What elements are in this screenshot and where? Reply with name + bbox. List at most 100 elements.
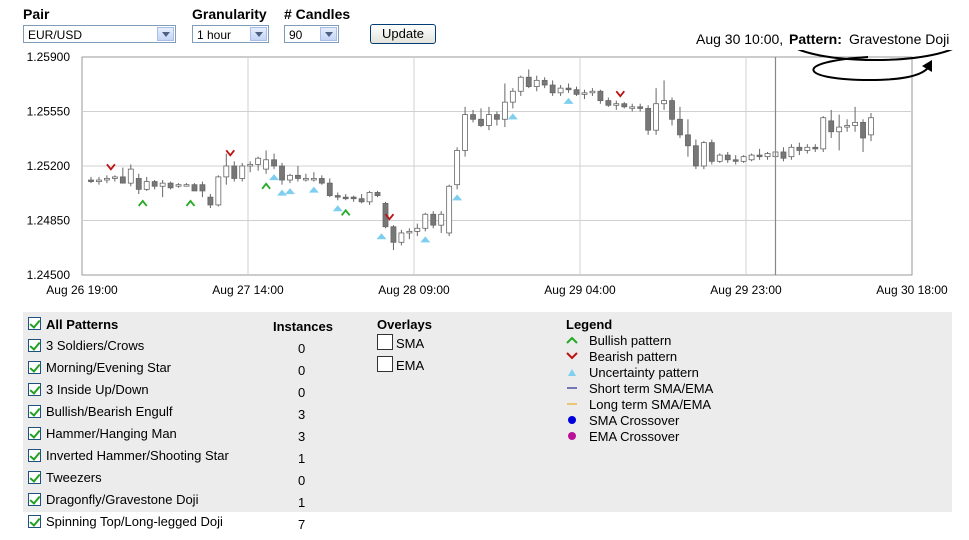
candle-body — [127, 168, 134, 184]
pattern-checkbox[interactable] — [28, 471, 41, 484]
legend-label: Long term SMA/EMA — [589, 397, 712, 412]
candle-body — [812, 146, 819, 150]
candle-body — [748, 154, 755, 161]
x-tick-label: Aug 27 14:00 — [212, 283, 284, 297]
x-tick-label: Aug 26 19:00 — [46, 283, 118, 297]
status-pattern-value: Gravestone Doji — [849, 31, 950, 47]
legend-label: SMA Crossover — [589, 413, 680, 428]
candle-body — [685, 134, 691, 147]
candle-body — [724, 154, 731, 161]
candle-body — [231, 165, 238, 179]
y-tick-label: 1.25200 — [27, 159, 71, 173]
pattern-checkbox[interactable] — [28, 405, 41, 418]
candle-body — [159, 182, 166, 187]
granularity-select[interactable]: 1 hour — [192, 25, 269, 43]
candle-body — [143, 181, 150, 190]
chevron-down-icon[interactable] — [250, 27, 267, 41]
candle-body — [247, 164, 254, 167]
candle-body — [374, 192, 381, 196]
legend-label: Bearish pattern — [589, 349, 678, 364]
candle-body — [796, 146, 803, 151]
candle-body — [501, 101, 508, 120]
candle-body — [88, 179, 94, 182]
candle-body — [318, 178, 325, 184]
legend-label: Bullish pattern — [589, 333, 672, 348]
candle-body — [255, 157, 262, 165]
candlestick-chart[interactable]: 1.25900 1.25550 1.25200 1.24850 1.24500 Aug … — [0, 50, 969, 310]
y-tick-label: 1.24500 — [27, 268, 71, 282]
ema-crossover-dot-icon — [568, 432, 576, 440]
candle-body — [804, 146, 811, 151]
candle-body — [764, 153, 771, 158]
x-tick-label: Aug 28 09:00 — [378, 283, 450, 297]
pair-select-value: EUR/USD — [28, 28, 83, 42]
ema-checkbox[interactable] — [377, 356, 393, 372]
candle-body — [589, 90, 596, 94]
candle-body — [279, 165, 285, 181]
candle-body — [390, 226, 397, 243]
granularity-label: Granularity — [192, 6, 267, 22]
pattern-checkbox[interactable] — [28, 383, 41, 396]
x-tick-label: Aug 30 18:00 — [876, 283, 948, 297]
candle-body — [629, 106, 636, 109]
uncertainty-marker-icon — [568, 369, 576, 376]
pattern-checkbox[interactable] — [28, 427, 41, 440]
candle-body — [637, 106, 644, 109]
candle-body — [191, 184, 198, 192]
candle-body — [597, 90, 604, 101]
candle-body — [517, 76, 524, 92]
candle-body — [111, 176, 118, 179]
candle-body — [541, 79, 548, 86]
candle-body — [406, 230, 413, 234]
candle-body — [852, 122, 858, 126]
pattern-label: 3 Inside Up/Down — [46, 382, 149, 397]
candle-body — [700, 142, 707, 167]
pair-select[interactable]: EUR/USD — [23, 25, 176, 43]
pattern-checkbox[interactable] — [28, 515, 41, 528]
pattern-count: 7 — [298, 517, 306, 532]
chevron-down-icon[interactable] — [157, 27, 174, 41]
candle-body — [549, 84, 556, 94]
candle-body — [565, 87, 572, 91]
x-tick-label: Aug 29 04:00 — [544, 283, 616, 297]
candle-body — [788, 146, 795, 158]
pattern-checkbox[interactable] — [28, 449, 41, 462]
pattern-checkbox[interactable] — [28, 361, 41, 374]
candle-body — [669, 100, 675, 120]
pattern-label: Spinning Top/Long-legged Doji — [46, 514, 223, 529]
candle-body — [366, 192, 373, 203]
candle-body — [310, 178, 317, 181]
candle-body — [613, 103, 620, 106]
pattern-label: 3 Soldiers/Crows — [46, 338, 145, 353]
sma-checkbox[interactable] — [377, 334, 393, 350]
candle-body — [167, 182, 174, 189]
candle-body — [398, 232, 405, 243]
update-button[interactable]: Update — [370, 24, 436, 44]
short-term-line-icon — [567, 387, 577, 389]
candle-body — [708, 142, 715, 162]
candle-body — [486, 114, 492, 126]
legend-label: Short term SMA/EMA — [589, 381, 714, 396]
candle-body — [732, 159, 739, 162]
all-patterns-label: All Patterns — [46, 317, 119, 332]
candle-body — [621, 103, 628, 108]
candle-body — [207, 196, 214, 206]
candle-body — [239, 165, 246, 179]
pattern-count: 1 — [298, 451, 306, 466]
legend-title: Legend — [566, 317, 613, 332]
candle-body — [860, 122, 866, 139]
candle-body — [302, 178, 309, 181]
candle-body — [509, 90, 516, 103]
candle-body — [414, 227, 421, 232]
candles-select[interactable]: 90 — [284, 25, 339, 43]
long-term-line-icon — [567, 403, 577, 405]
pattern-checkbox[interactable] — [28, 493, 41, 506]
candle-body — [533, 79, 540, 87]
pattern-count: 0 — [298, 473, 306, 488]
candle-body — [358, 198, 365, 203]
candle-body — [287, 174, 293, 181]
ema-label: EMA — [396, 358, 425, 373]
pattern-checkbox[interactable] — [28, 339, 41, 352]
chevron-down-icon[interactable] — [320, 27, 337, 41]
all-patterns-checkbox[interactable] — [28, 317, 41, 330]
